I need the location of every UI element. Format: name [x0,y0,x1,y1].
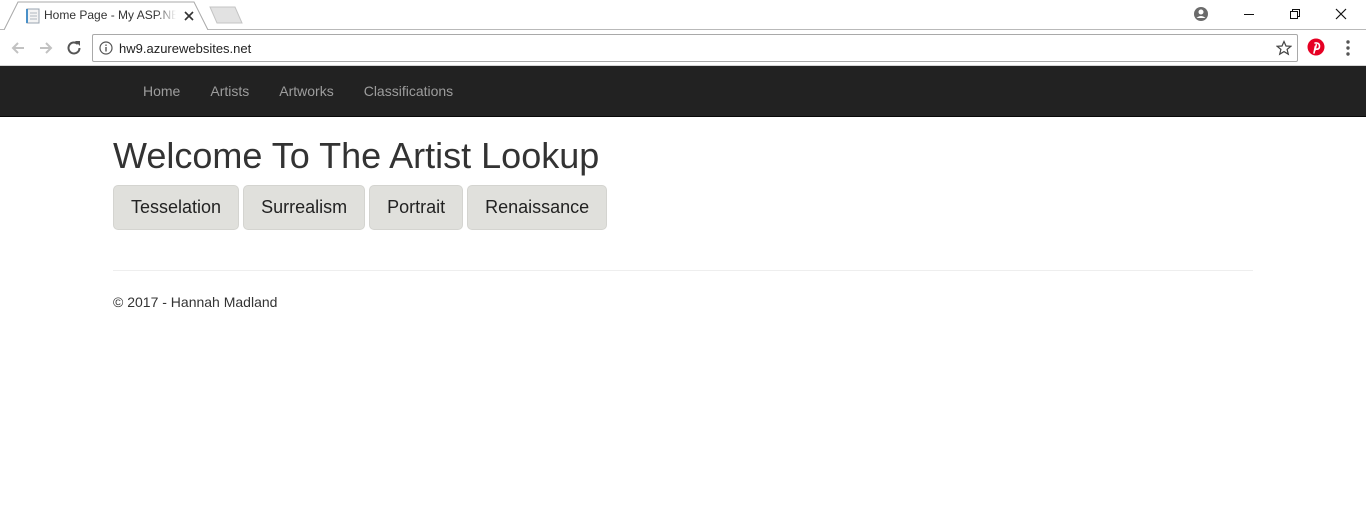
restore-icon [1290,9,1300,19]
address-bar[interactable]: hw9.azurewebsites.net [92,34,1298,62]
nav-link-classifications[interactable]: Classifications [349,66,468,116]
minimize-window-button[interactable] [1226,0,1272,28]
nav-list: Home Artists Artworks Classifications [128,66,468,116]
kebab-menu-icon[interactable] [1340,38,1356,58]
restore-window-button[interactable] [1272,0,1318,28]
nav-link-home[interactable]: Home [128,66,195,116]
pinterest-icon[interactable] [1307,38,1325,56]
body-content: Welcome To The Artist Lookup Tesselation… [113,117,1253,310]
url-text[interactable]: hw9.azurewebsites.net [119,41,251,56]
browser-toolbar: hw9.azurewebsites.net [0,30,1366,66]
page-favicon-icon [26,8,40,24]
nav-link-artworks[interactable]: Artworks [264,66,348,116]
portrait-button[interactable]: Portrait [369,185,464,230]
site-navbar: Home Artists Artworks Classifications [0,66,1366,117]
browser-tab-active[interactable]: Home Page - My ASP.NET Application [4,1,210,31]
info-icon[interactable] [99,41,113,55]
reload-icon[interactable] [64,38,84,58]
page-title: Welcome To The Artist Lookup [113,135,600,176]
forward-arrow-icon[interactable] [36,38,56,58]
star-icon[interactable] [1275,40,1293,56]
tesselation-button[interactable]: Tesselation [113,185,240,230]
tab-strip: Home Page - My ASP.NET Application [0,0,1366,31]
back-arrow-icon[interactable] [8,38,28,58]
minimize-icon [1244,14,1254,15]
profile-icon[interactable] [1192,5,1210,23]
close-icon [1335,8,1347,20]
new-tab-button[interactable] [208,6,244,24]
surrealism-button[interactable]: Surrealism [243,185,366,230]
close-window-button[interactable] [1318,0,1364,28]
close-tab-icon[interactable] [181,8,197,24]
renaissance-button[interactable]: Renaissance [467,185,608,230]
nav-link-artists[interactable]: Artists [195,66,264,116]
footer-divider [113,270,1253,271]
classification-button-row: Tesselation Surrealism Portrait Renaissa… [113,185,1253,230]
tab-title: Home Page - My ASP.NET Application [44,8,176,22]
footer-copyright: © 2017 - Hannah Madland [113,294,278,310]
